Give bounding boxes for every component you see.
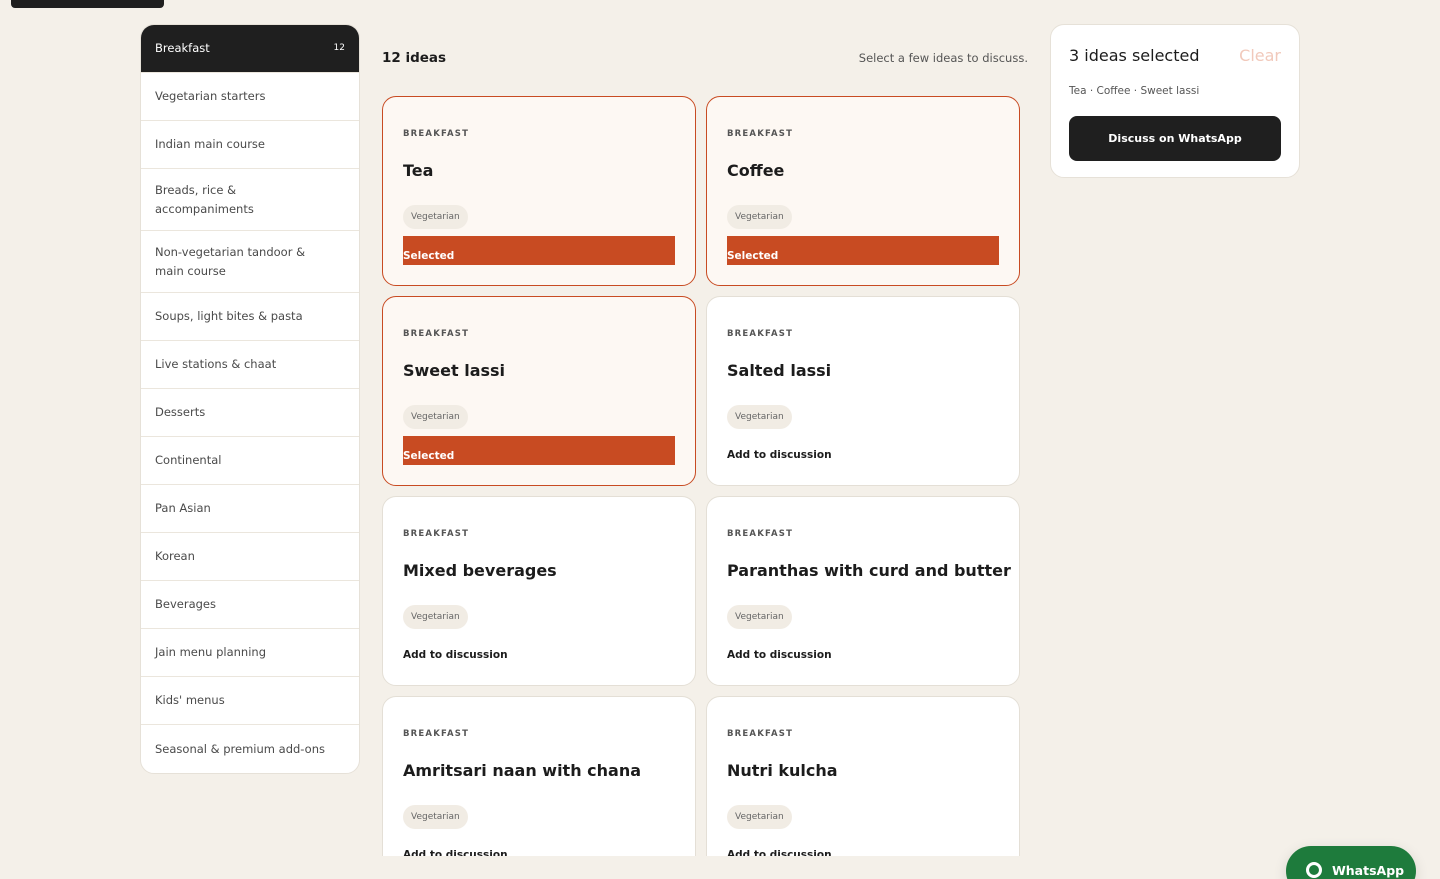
sidebar-item-pan-asian[interactable]: Pan Asian bbox=[141, 485, 359, 533]
sidebar-item-label: Live stations & chaat bbox=[155, 357, 277, 371]
sidebar-item-label: Seasonal & premium add-ons bbox=[155, 741, 325, 756]
card-category: BREAKFAST bbox=[727, 329, 794, 339]
card-category: BREAKFAST bbox=[727, 129, 794, 139]
sidebar-item-desserts[interactable]: Desserts bbox=[141, 389, 359, 437]
selection-summary: 3 ideas selected Clear Tea · Coffee · Sw… bbox=[1050, 24, 1300, 178]
add-to-discussion-button[interactable]: Add to discussion bbox=[727, 449, 832, 461]
selected-items-list: Tea · Coffee · Sweet lassi bbox=[1069, 85, 1200, 97]
sidebar-item-soups[interactable]: Soups, light bites & pasta bbox=[141, 293, 359, 341]
idea-card[interactable]: BREAKFAST Tea Vegetarian Selected bbox=[382, 96, 696, 286]
diet-tag: Vegetarian bbox=[403, 205, 468, 229]
sidebar-item-label: Breads, rice & accompaniments bbox=[155, 182, 254, 216]
selected-toggle[interactable]: Selected bbox=[403, 236, 675, 265]
selection-hint: Select a few ideas to discuss. bbox=[858, 51, 1028, 65]
sidebar-item-label: Vegetarian starters bbox=[155, 89, 266, 103]
card-category: BREAKFAST bbox=[403, 329, 470, 339]
idea-card[interactable]: BREAKFAST Mixed beverages Vegetarian Add… bbox=[382, 496, 696, 686]
ideas-grid: BREAKFAST Tea Vegetarian Selected BREAKF… bbox=[382, 96, 1020, 856]
sidebar-item-label: Korean bbox=[155, 549, 195, 563]
sidebar-item-label: Desserts bbox=[155, 405, 206, 419]
card-title: Coffee bbox=[727, 161, 785, 180]
diet-tag: Vegetarian bbox=[403, 805, 468, 829]
sidebar-item-label: Indian main course bbox=[155, 137, 265, 151]
card-title: Amritsari naan with chana bbox=[403, 761, 642, 780]
sidebar-item-label: Beverages bbox=[155, 597, 216, 611]
sidebar-item-continental[interactable]: Continental bbox=[141, 437, 359, 485]
sidebar-item-non-veg-tandoor[interactable]: Non-vegetarian tandoor & main course bbox=[141, 231, 359, 293]
idea-card[interactable]: BREAKFAST Nutri kulcha Vegetarian Add to… bbox=[706, 696, 1020, 856]
idea-card[interactable]: BREAKFAST Sweet lassi Vegetarian Selecte… bbox=[382, 296, 696, 486]
idea-card[interactable]: BREAKFAST Salted lassi Vegetarian Add to… bbox=[706, 296, 1020, 486]
card-category: BREAKFAST bbox=[403, 529, 470, 539]
sidebar-item-seasonal-addons[interactable]: Seasonal & premium add-ons bbox=[141, 725, 359, 773]
sidebar-item-label: Soups, light bites & pasta bbox=[155, 309, 303, 323]
sidebar-item-korean[interactable]: Korean bbox=[141, 533, 359, 581]
diet-tag: Vegetarian bbox=[727, 805, 792, 829]
diet-tag: Vegetarian bbox=[403, 405, 468, 429]
sidebar-item-count: 12 bbox=[333, 43, 345, 53]
card-title: Paranthas with curd and butter bbox=[727, 561, 1011, 580]
whatsapp-icon bbox=[1306, 862, 1322, 878]
sidebar-item-label: Breakfast bbox=[155, 41, 210, 55]
add-to-discussion-button[interactable]: Add to discussion bbox=[727, 649, 832, 661]
diet-tag: Vegetarian bbox=[403, 605, 468, 629]
selected-toggle[interactable]: Selected bbox=[727, 236, 999, 265]
add-to-discussion-button[interactable]: Add to discussion bbox=[403, 849, 508, 856]
selected-toggle[interactable]: Selected bbox=[403, 436, 675, 465]
add-to-discussion-button[interactable]: Add to discussion bbox=[403, 649, 508, 661]
sidebar-item-jain-menu[interactable]: Jain menu planning bbox=[141, 629, 359, 677]
sidebar-item-live-stations[interactable]: Live stations & chaat bbox=[141, 341, 359, 389]
sidebar-item-vegetarian-starters[interactable]: Vegetarian starters bbox=[141, 73, 359, 121]
whatsapp-fab[interactable]: WhatsApp bbox=[1286, 846, 1416, 879]
card-title: Salted lassi bbox=[727, 361, 832, 380]
category-sidebar: Breakfast 12 Vegetarian starters Indian … bbox=[140, 24, 360, 774]
top-nav-stub bbox=[11, 0, 164, 8]
sidebar-item-beverages[interactable]: Beverages bbox=[141, 581, 359, 629]
diet-tag: Vegetarian bbox=[727, 205, 792, 229]
sidebar-item-label: Kids' menus bbox=[155, 693, 225, 707]
sidebar-item-kids-menus[interactable]: Kids' menus bbox=[141, 677, 359, 725]
selection-count: 3 ideas selected bbox=[1069, 46, 1200, 65]
sidebar-item-label: Non-vegetarian tandoor & main course bbox=[155, 244, 306, 278]
idea-card[interactable]: BREAKFAST Amritsari naan with chana Vege… bbox=[382, 696, 696, 856]
diet-tag: Vegetarian bbox=[727, 605, 792, 629]
sidebar-item-label: Continental bbox=[155, 453, 222, 467]
card-category: BREAKFAST bbox=[403, 729, 470, 739]
card-category: BREAKFAST bbox=[403, 129, 470, 139]
ideas-count: 12 ideas bbox=[382, 50, 447, 66]
idea-card[interactable]: BREAKFAST Coffee Vegetarian Selected bbox=[706, 96, 1020, 286]
diet-tag: Vegetarian bbox=[727, 405, 792, 429]
card-title: Nutri kulcha bbox=[727, 761, 838, 780]
add-to-discussion-button[interactable]: Add to discussion bbox=[727, 849, 832, 856]
sidebar-item-label: Jain menu planning bbox=[155, 645, 266, 659]
card-title: Sweet lassi bbox=[403, 361, 506, 380]
sidebar-item-indian-main-course[interactable]: Indian main course bbox=[141, 121, 359, 169]
card-title: Tea bbox=[403, 161, 434, 180]
card-category: BREAKFAST bbox=[727, 529, 794, 539]
sidebar-item-breakfast[interactable]: Breakfast 12 bbox=[141, 25, 359, 73]
card-title: Mixed beverages bbox=[403, 561, 557, 580]
whatsapp-fab-label: WhatsApp bbox=[1332, 863, 1405, 878]
sidebar-item-breads-rice[interactable]: Breads, rice & accompaniments bbox=[141, 169, 359, 231]
card-category: BREAKFAST bbox=[727, 729, 794, 739]
clear-button[interactable]: Clear bbox=[1239, 46, 1281, 65]
idea-card[interactable]: BREAKFAST Paranthas with curd and butter… bbox=[706, 496, 1020, 686]
sidebar-item-label: Pan Asian bbox=[155, 501, 211, 515]
discuss-on-whatsapp-button[interactable]: Discuss on WhatsApp bbox=[1069, 116, 1281, 161]
